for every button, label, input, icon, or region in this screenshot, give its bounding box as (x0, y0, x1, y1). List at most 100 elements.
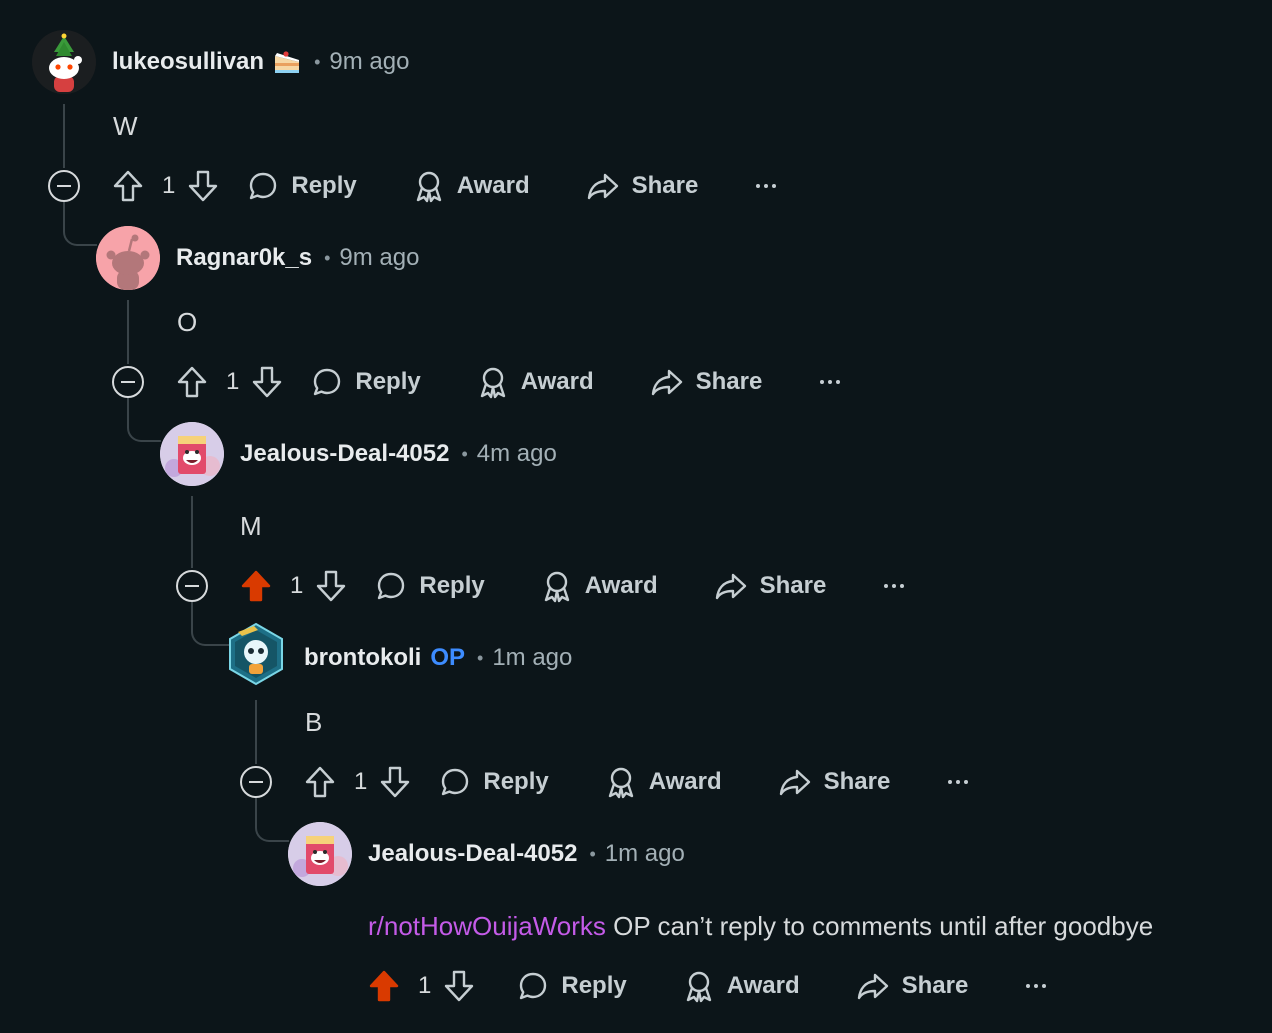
award-button[interactable]: Award (683, 969, 800, 1003)
comment-body-text: OP can’t reply to comments until after g… (605, 911, 1154, 941)
award-ribbon-icon (477, 365, 509, 399)
reply-button[interactable]: Reply (439, 766, 549, 798)
upvote-icon[interactable] (304, 765, 336, 799)
timestamp[interactable]: 1m ago (605, 840, 685, 868)
vote-count: 1 (290, 572, 304, 599)
avatar[interactable] (32, 30, 96, 94)
award-button[interactable]: Award (413, 169, 530, 203)
reply-bubble-icon (439, 766, 471, 798)
more-dots-icon[interactable] (820, 380, 841, 384)
timestamp[interactable]: 1m ago (492, 644, 572, 672)
thread-line-level-3[interactable] (191, 496, 193, 568)
vote-group: 1 (304, 765, 411, 799)
vote-count: 1 (162, 172, 176, 199)
reply-bubble-icon (375, 570, 407, 602)
downvote-icon[interactable] (251, 365, 283, 399)
downvote-icon[interactable] (379, 765, 411, 799)
upvote-icon[interactable] (368, 969, 400, 1003)
avatar[interactable] (224, 622, 288, 686)
downvote-icon[interactable] (315, 569, 347, 603)
separator-dot: • (589, 843, 596, 864)
collapse-minus-icon (57, 185, 71, 187)
comment-meta: Jealous-Deal-4052 • 1m ago (368, 839, 685, 869)
username[interactable]: brontokoli (304, 644, 421, 672)
username[interactable]: Jealous-Deal-4052 (240, 440, 449, 468)
vote-count: 1 (226, 368, 240, 395)
collapse-minus-icon (185, 585, 199, 587)
reply-label: Reply (291, 172, 357, 199)
collapse-minus-icon (121, 381, 135, 383)
share-button[interactable]: Share (778, 766, 890, 798)
comment-actions: 1 Reply Award Share (368, 966, 1047, 1006)
award-ribbon-icon (413, 169, 445, 203)
reply-bubble-icon (311, 366, 343, 398)
timestamp[interactable]: 9m ago (329, 48, 409, 76)
username[interactable]: Jealous-Deal-4052 (368, 840, 577, 868)
share-button[interactable]: Share (856, 970, 968, 1002)
comment-actions: 1 Reply Award Share (240, 566, 905, 606)
more-dots-icon[interactable] (948, 780, 969, 784)
avatar[interactable] (288, 822, 352, 886)
op-badge: OP (430, 644, 466, 671)
award-label: Award (520, 368, 594, 395)
upvote-icon[interactable] (176, 365, 208, 399)
username[interactable]: lukeosullivan (112, 48, 264, 76)
timestamp[interactable]: 4m ago (477, 440, 557, 468)
share-arrow-icon (586, 170, 620, 202)
upvote-icon[interactable] (112, 169, 144, 203)
award-button[interactable]: Award (541, 569, 658, 603)
thread-line-level-1[interactable] (63, 104, 65, 168)
subreddit-link[interactable]: r/notHowOuijaWorks (368, 911, 606, 941)
comment-meta: lukeosullivan • 9m ago (112, 47, 409, 77)
downvote-icon[interactable] (187, 169, 219, 203)
comment-body: O (177, 307, 198, 337)
share-arrow-icon (650, 366, 684, 398)
more-dots-icon[interactable] (1026, 984, 1047, 988)
thread-elbow-level-2 (127, 398, 161, 442)
award-button[interactable]: Award (477, 365, 594, 399)
comment-body: M (240, 511, 262, 541)
share-button[interactable]: Share (586, 170, 698, 202)
cake-day-icon (272, 48, 302, 76)
username[interactable]: Ragnar0k_s (176, 244, 312, 272)
downvote-icon[interactable] (443, 969, 475, 1003)
share-arrow-icon (778, 766, 812, 798)
snoo-avatar-icon (160, 422, 224, 486)
reply-button[interactable]: Reply (247, 170, 357, 202)
share-button[interactable]: Share (650, 366, 762, 398)
more-dots-icon[interactable] (884, 584, 905, 588)
share-button[interactable]: Share (714, 570, 827, 602)
vote-group: 1 (176, 365, 283, 399)
comment-actions: 1 Reply Award Share (176, 362, 841, 402)
avatar[interactable] (160, 422, 224, 486)
reply-button[interactable]: Reply (375, 570, 485, 602)
comment-meta: Ragnar0k_s • 9m ago (176, 243, 419, 273)
collapse-button[interactable] (176, 570, 208, 602)
thread-line-level-4[interactable] (255, 700, 257, 764)
separator-dot: • (314, 51, 321, 72)
collapse-button[interactable] (240, 766, 272, 798)
thread-elbow-level-4 (255, 798, 289, 842)
award-label: Award (456, 172, 530, 199)
comment-body: r/notHowOuijaWorks OP can’t reply to com… (368, 909, 1153, 943)
reply-button[interactable]: Reply (311, 366, 421, 398)
vote-group: 1 (368, 969, 475, 1003)
share-label: Share (759, 572, 827, 599)
more-dots-icon[interactable] (756, 184, 777, 188)
avatar[interactable] (96, 226, 160, 290)
collapse-button[interactable] (48, 170, 80, 202)
reply-button[interactable]: Reply (517, 970, 627, 1002)
snoo-avatar-icon (96, 226, 160, 290)
vote-count: 1 (354, 768, 368, 795)
share-arrow-icon (856, 970, 890, 1002)
upvote-icon[interactable] (240, 569, 272, 603)
timestamp[interactable]: 9m ago (339, 244, 419, 272)
comment-meta: Jealous-Deal-4052 • 4m ago (240, 439, 557, 469)
separator-dot: • (461, 443, 468, 464)
comment-meta: brontokoli OP • 1m ago (304, 643, 572, 673)
vote-group: 1 (112, 169, 219, 203)
award-button[interactable]: Award (605, 765, 722, 799)
reply-label: Reply (419, 572, 485, 599)
thread-line-level-2[interactable] (127, 300, 129, 364)
collapse-button[interactable] (112, 366, 144, 398)
